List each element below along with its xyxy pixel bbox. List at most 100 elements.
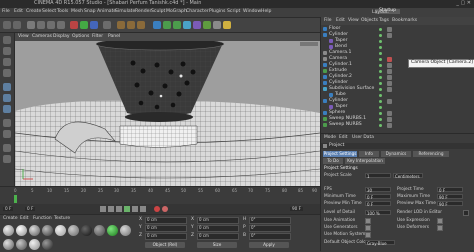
om-menu-edit[interactable]: Edit: [336, 18, 345, 24]
material-menu-function[interactable]: Function: [33, 216, 52, 221]
default-object-color-dropdown[interactable]: Gray-Blue: [365, 240, 395, 246]
menu-simulate[interactable]: Simulate: [115, 9, 135, 15]
make-editable-icon[interactable]: [3, 36, 11, 44]
menu-animate[interactable]: Animate: [97, 9, 116, 15]
use-deformers-checkbox[interactable]: [437, 225, 443, 231]
material-swatch[interactable]: [16, 225, 27, 236]
visibility-dot[interactable]: [379, 57, 382, 61]
menu-mograph[interactable]: MoGraph: [166, 9, 187, 15]
tab-key-interpolation[interactable]: Key Interpolation: [345, 158, 385, 164]
window-controls[interactable]: _ ▢ ✕: [456, 1, 471, 6]
material-menu-create[interactable]: Create: [3, 216, 18, 221]
project-scale-unit-dropdown[interactable]: Centimeters: [393, 173, 423, 179]
size-y-field[interactable]: 0 cm: [197, 225, 239, 232]
material-tag-icon[interactable]: [387, 122, 392, 128]
array-icon[interactable]: [183, 21, 191, 29]
axis-mode-icon[interactable]: [3, 119, 11, 127]
go-to-start-icon[interactable]: [100, 206, 106, 212]
material-swatch[interactable]: [81, 225, 92, 236]
menu-plugins[interactable]: Plugins: [209, 9, 225, 15]
previous-key-icon[interactable]: [108, 206, 114, 212]
use-expression-checkbox[interactable]: [437, 218, 443, 224]
menu-render[interactable]: Render: [135, 9, 151, 15]
render-settings-icon[interactable]: [137, 21, 145, 29]
deformer-icon[interactable]: [193, 21, 201, 29]
target-tag-icon[interactable]: [387, 56, 392, 62]
material-menu-edit[interactable]: Edit: [20, 216, 29, 221]
om-menu-view[interactable]: View: [348, 18, 359, 24]
nurbs-icon[interactable]: [173, 21, 181, 29]
material-tag-icon[interactable]: [387, 116, 392, 122]
playhead[interactable]: [14, 195, 17, 203]
points-mode-icon[interactable]: [3, 83, 11, 91]
render-view-icon[interactable]: [117, 21, 125, 29]
redo-icon[interactable]: [13, 21, 21, 29]
position-y-field[interactable]: 0 cm: [145, 225, 187, 232]
project-scale-field[interactable]: 1: [365, 173, 391, 179]
menu-tools[interactable]: Tools: [57, 9, 68, 15]
rotation-b-field[interactable]: 0°: [249, 233, 291, 240]
apply-button[interactable]: Apply: [249, 242, 289, 248]
next-key-icon[interactable]: [132, 206, 138, 212]
locked-workplane-icon[interactable]: [3, 155, 11, 163]
visibility-dot[interactable]: [379, 111, 382, 115]
material-tag-icon[interactable]: [387, 62, 392, 68]
material-tag-icon[interactable]: [387, 110, 392, 116]
menu-window[interactable]: Window: [243, 9, 261, 15]
om-menu-tags[interactable]: Tags: [379, 18, 389, 24]
end-frame-field[interactable]: 90 F: [290, 206, 304, 212]
viewport-menu-view[interactable]: View: [18, 34, 29, 40]
position-z-field[interactable]: 0 cm: [145, 233, 187, 240]
menu-edit[interactable]: Edit: [14, 9, 23, 15]
menu-mesh[interactable]: Mesh: [71, 9, 83, 15]
attr-menu-mode[interactable]: Mode: [324, 135, 336, 140]
material-swatch[interactable]: [107, 225, 118, 236]
preview-max-time-field[interactable]: 90 F: [437, 201, 463, 207]
size-z-field[interactable]: 0 cm: [197, 233, 239, 240]
undo-icon[interactable]: [3, 21, 11, 29]
tab-dynamics[interactable]: Dynamics: [381, 151, 411, 157]
visibility-dot[interactable]: [379, 105, 382, 109]
visibility-dot[interactable]: [379, 27, 382, 31]
scene-icon[interactable]: [203, 21, 211, 29]
coord-mode-dropdown[interactable]: Object (Rel): [145, 242, 185, 248]
material-tag-icon[interactable]: [387, 74, 392, 80]
tab-to-do[interactable]: To Do: [323, 158, 343, 164]
material-swatch[interactable]: [29, 225, 40, 236]
material-swatch[interactable]: [3, 239, 14, 250]
preview-min-time-field[interactable]: 0 F: [365, 201, 391, 207]
menu-create[interactable]: Create: [26, 9, 41, 15]
move-icon[interactable]: [37, 21, 45, 29]
visibility-dot[interactable]: [379, 33, 382, 37]
menu-script[interactable]: Script: [227, 9, 240, 15]
material-swatch[interactable]: [68, 225, 79, 236]
spline-icon[interactable]: [163, 21, 171, 29]
camera-icon[interactable]: [213, 21, 221, 29]
material-tag-icon[interactable]: [387, 86, 392, 92]
project-time-field[interactable]: 0 F: [437, 187, 463, 193]
go-to-end-icon[interactable]: [140, 206, 146, 212]
material-tag-icon[interactable]: [387, 26, 392, 32]
menu-character[interactable]: Character: [186, 9, 209, 15]
start-frame-field[interactable]: 0 F: [25, 206, 36, 212]
visibility-dot[interactable]: [379, 93, 382, 97]
edges-mode-icon[interactable]: [3, 94, 11, 102]
material-tag-icon[interactable]: [387, 98, 392, 104]
material-tag-icon[interactable]: [387, 68, 392, 74]
visibility-dot[interactable]: [379, 117, 382, 121]
autokey-icon[interactable]: [162, 206, 168, 212]
visibility-dot[interactable]: [379, 69, 382, 73]
menu-snap[interactable]: Snap: [84, 9, 96, 15]
material-swatch[interactable]: [55, 225, 66, 236]
timeline[interactable]: 0 5 10 15 20 25 30 35 40 45 50 55 60 65 …: [0, 186, 320, 205]
perspective-viewport[interactable]: [15, 41, 320, 186]
viewport-menu-cameras[interactable]: Cameras: [32, 34, 52, 40]
material-swatch[interactable]: [42, 225, 53, 236]
use-animation-checkbox[interactable]: [365, 218, 371, 224]
play-icon[interactable]: [124, 206, 130, 212]
visibility-dot[interactable]: [379, 87, 382, 91]
maximum-time-field[interactable]: 90 F: [437, 194, 463, 200]
z-axis-icon[interactable]: [90, 21, 98, 29]
material-tag-icon[interactable]: [387, 32, 392, 38]
material-swatch[interactable]: [42, 239, 53, 250]
